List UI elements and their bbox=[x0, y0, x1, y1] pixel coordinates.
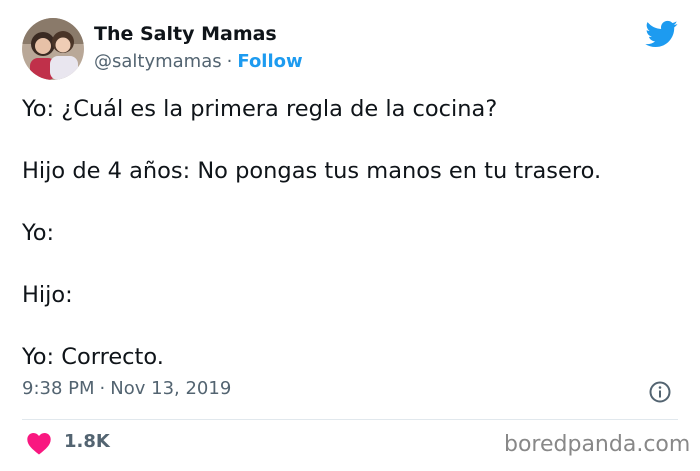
divider bbox=[22, 419, 678, 420]
tweet-line-3: Yo: bbox=[22, 220, 55, 246]
author-name[interactable]: The Salty Mamas bbox=[94, 23, 277, 45]
twitter-bird-icon[interactable] bbox=[644, 17, 678, 51]
tweet-date: Nov 13, 2019 bbox=[110, 378, 232, 399]
tweet-text: Yo: ¿Cuál es la primera regla de la coci… bbox=[22, 93, 682, 403]
heart-icon[interactable] bbox=[26, 431, 52, 455]
tweet-timestamp[interactable]: 9:38 PM · Nov 13, 2019 bbox=[22, 378, 231, 399]
follow-button[interactable]: Follow bbox=[237, 51, 302, 72]
tweet-line-1: Yo: ¿Cuál es la primera regla de la coci… bbox=[22, 96, 498, 122]
tweet-line-4: Hijo: bbox=[22, 282, 73, 308]
watermark: boredpanda.com bbox=[504, 432, 691, 457]
tweet-time: 9:38 PM bbox=[22, 378, 95, 399]
tweet-line-2: Hijo de 4 años: No pongas tus manos en t… bbox=[22, 158, 602, 184]
avatar-photo bbox=[22, 18, 84, 80]
tweet-card: The Salty Mamas @saltymamas · Follow Yo: ¿… bbox=[0, 0, 700, 471]
info-icon[interactable] bbox=[648, 380, 672, 404]
author-handle-line: @saltymamas · Follow bbox=[94, 51, 303, 72]
handle-separator: · bbox=[226, 51, 233, 72]
timestamp-separator: · bbox=[99, 378, 106, 399]
tweet-line-5: Yo: Correcto. bbox=[22, 344, 164, 370]
author-handle[interactable]: @saltymamas bbox=[94, 51, 222, 72]
like-count[interactable]: 1.8K bbox=[64, 431, 110, 452]
avatar[interactable] bbox=[22, 18, 84, 80]
